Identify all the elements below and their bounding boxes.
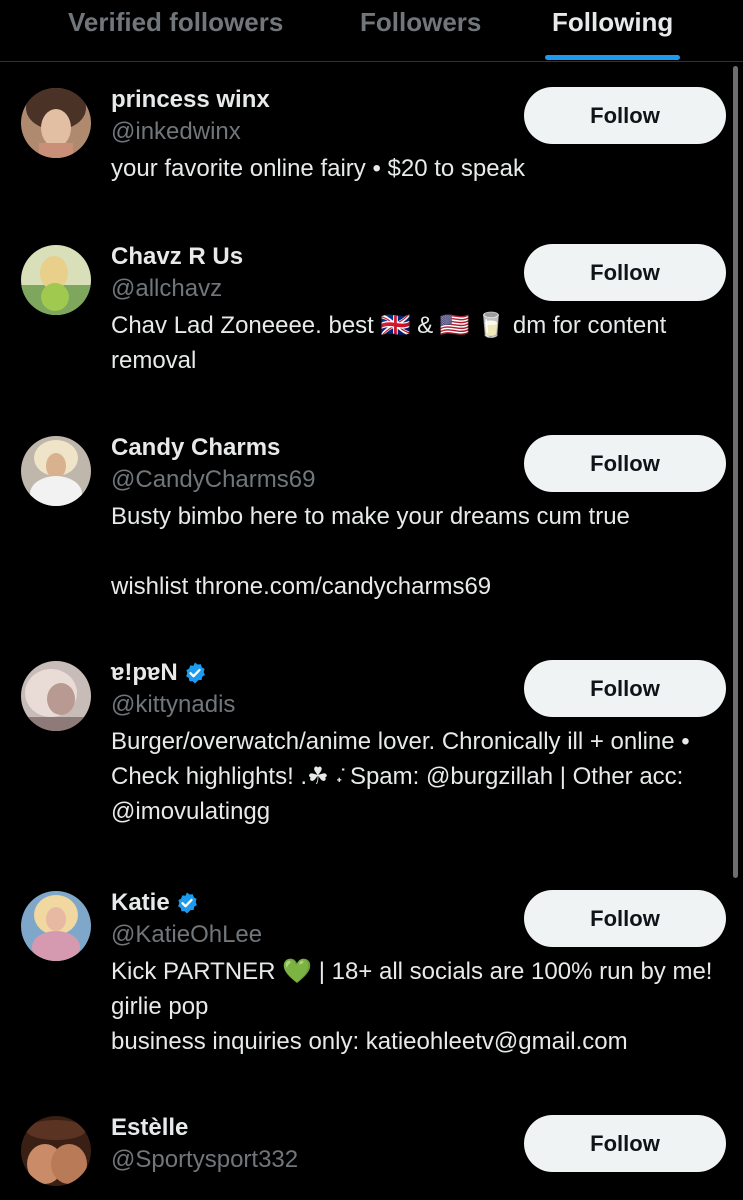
- active-tab-indicator: [545, 55, 680, 60]
- tab-verified-followers[interactable]: Verified followers: [68, 6, 283, 38]
- follow-button[interactable]: Follow: [524, 244, 726, 301]
- account-bio: Burger/overwatch/anime lover. Chronicall…: [111, 728, 690, 825]
- list-item[interactable]: Estèlle @Sportysport332 Follow: [0, 1113, 743, 1200]
- account-bio: Busty bimbo here to make your dreams cum…: [111, 503, 630, 600]
- account-handle[interactable]: @kittynadis: [111, 690, 235, 720]
- avatar[interactable]: [21, 88, 91, 158]
- list-item[interactable]: ɐ!pɐN @kittynadis Burger/overwatch/anime…: [0, 658, 743, 851]
- account-handle[interactable]: @Sportysport332: [111, 1145, 298, 1175]
- list-item[interactable]: princess winx @inkedwinx your favorite o…: [0, 85, 743, 208]
- avatar[interactable]: [21, 661, 91, 731]
- account-handle[interactable]: @KatieOhLee: [111, 920, 262, 950]
- account-name[interactable]: Estèlle: [111, 1113, 188, 1143]
- account-handle[interactable]: @allchavz: [111, 274, 222, 304]
- account-bio: your favorite online fairy • $20 to spea…: [111, 155, 525, 182]
- account-name[interactable]: Candy Charms: [111, 433, 280, 463]
- list-item[interactable]: Candy Charms @CandyCharms69 Busty bimbo …: [0, 433, 743, 626]
- avatar[interactable]: [21, 436, 91, 506]
- account-bio: Chav Lad Zoneeee. best 🇬🇧 & 🇺🇸 🥛 dm for …: [111, 312, 667, 374]
- tab-following[interactable]: Following: [552, 6, 673, 38]
- verified-badge-icon: [183, 661, 207, 685]
- tab-followers[interactable]: Followers: [360, 6, 481, 38]
- account-handle[interactable]: @CandyCharms69: [111, 465, 315, 495]
- avatar[interactable]: [21, 891, 91, 961]
- list-item[interactable]: Chavz R Us @allchavz Chav Lad Zoneeee. b…: [0, 242, 743, 395]
- account-bio: Kick PARTNER 💚 | 18+ all socials are 100…: [111, 958, 713, 1055]
- follow-button[interactable]: Follow: [524, 1115, 726, 1172]
- list-item[interactable]: Katie @KatieOhLee Kick PARTNER 💚 | 18+ a…: [0, 888, 743, 1081]
- verified-badge-icon: [175, 891, 199, 915]
- account-name[interactable]: ɐ!pɐN: [111, 658, 207, 688]
- follow-button[interactable]: Follow: [524, 890, 726, 947]
- account-name[interactable]: princess winx: [111, 85, 270, 115]
- avatar[interactable]: [21, 245, 91, 315]
- account-name[interactable]: Katie: [111, 888, 199, 918]
- avatar[interactable]: [21, 1116, 91, 1186]
- tab-bar: Verified followers Followers Following: [0, 0, 743, 62]
- following-page: Verified followers Followers Following p…: [0, 0, 743, 1200]
- follow-button[interactable]: Follow: [524, 87, 726, 144]
- follow-button[interactable]: Follow: [524, 435, 726, 492]
- account-handle[interactable]: @inkedwinx: [111, 117, 241, 147]
- account-name[interactable]: Chavz R Us: [111, 242, 243, 272]
- follow-button[interactable]: Follow: [524, 660, 726, 717]
